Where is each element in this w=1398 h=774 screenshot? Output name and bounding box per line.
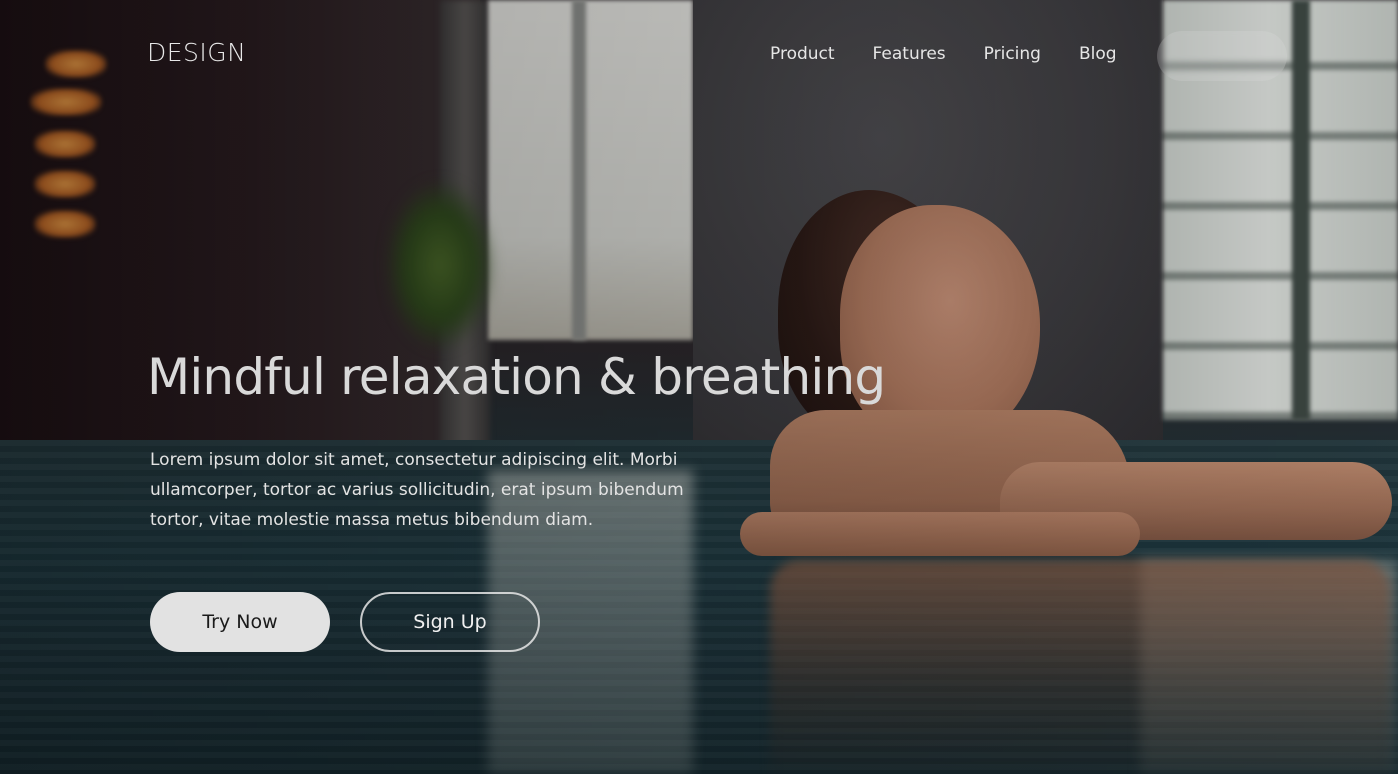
nav-link-pricing[interactable]: Pricing <box>984 44 1041 64</box>
hero-title: Mindful relaxation & breathing <box>147 348 886 406</box>
hero-description: Lorem ipsum dolor sit amet, consectetur … <box>150 450 684 530</box>
try-now-button[interactable]: Try Now <box>150 592 330 652</box>
nav-link-features[interactable]: Features <box>873 44 946 64</box>
nav-link-blog[interactable]: Blog <box>1079 44 1117 64</box>
site-header: DESIGN Product Features Pricing Blog <box>0 0 1398 110</box>
sign-up-button[interactable]: Sign Up <box>360 592 540 652</box>
header-cta-button[interactable] <box>1157 31 1287 81</box>
landing-page: DESIGN Product Features Pricing Blog Min… <box>0 0 1398 774</box>
main-nav: Product Features Pricing Blog <box>770 44 1117 64</box>
site-logo[interactable]: DESIGN <box>147 38 246 67</box>
nav-link-product[interactable]: Product <box>770 44 835 64</box>
